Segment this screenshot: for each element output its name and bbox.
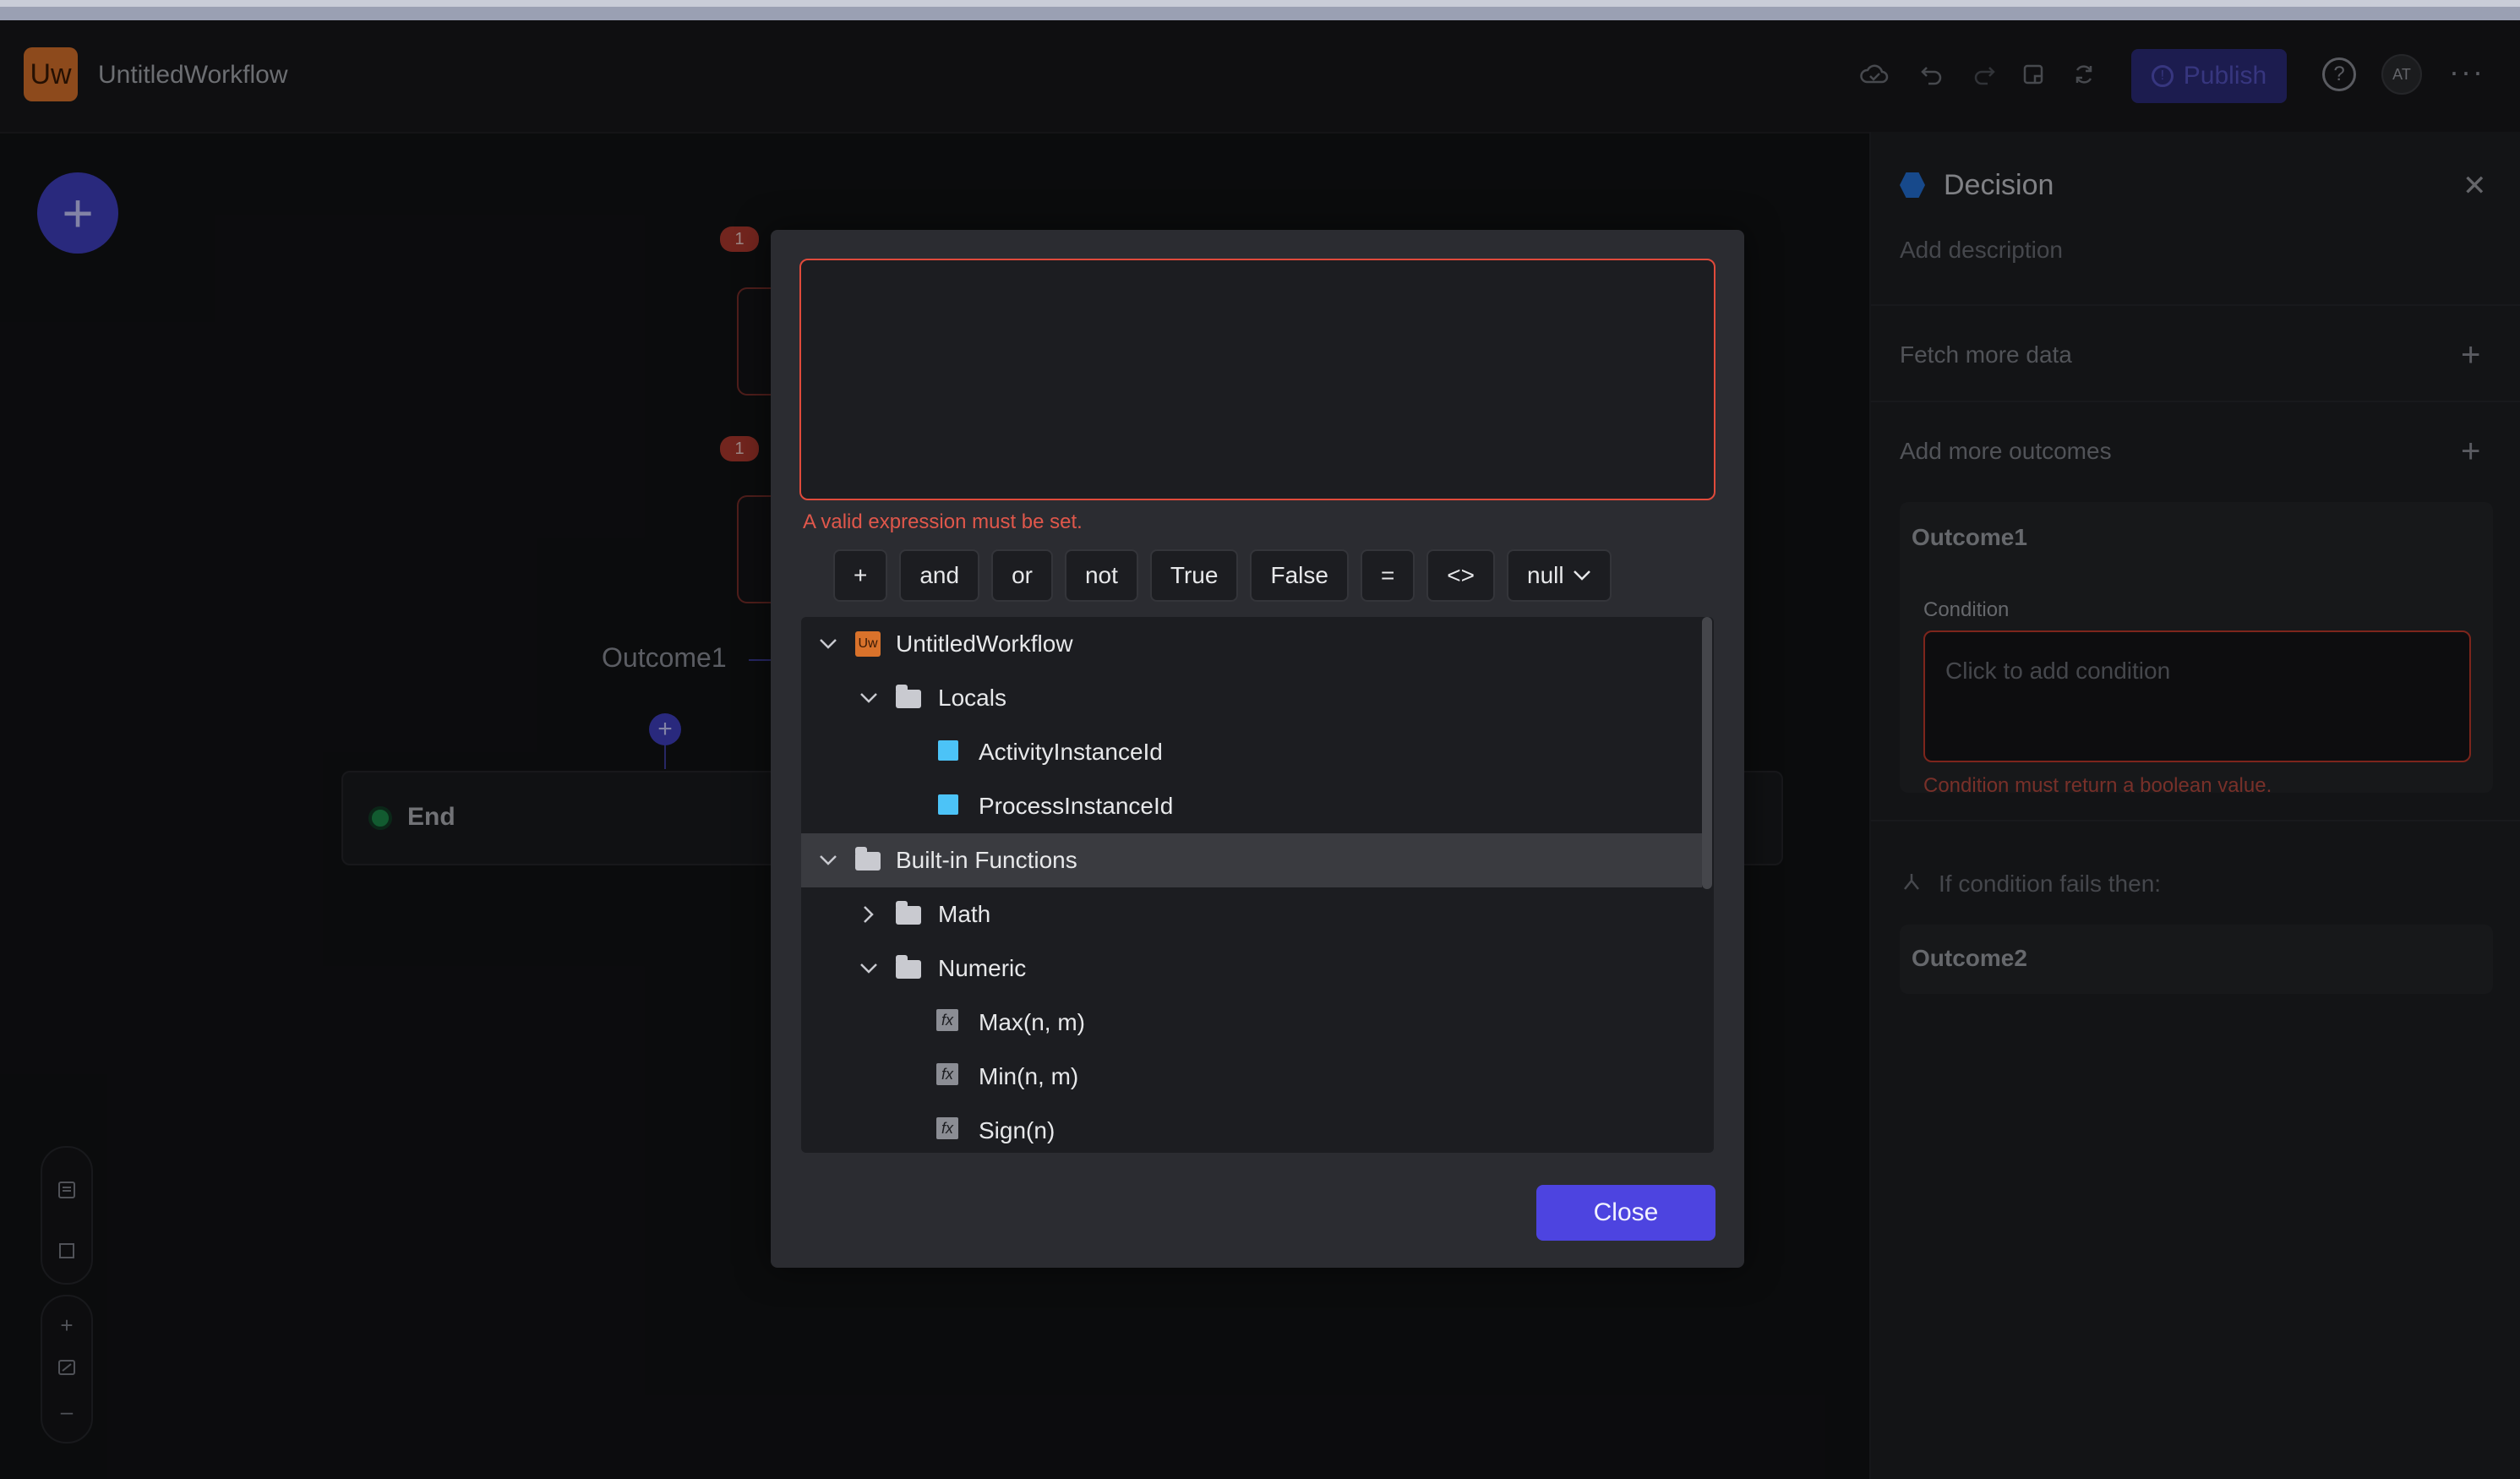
close-button[interactable]: Close <box>1536 1185 1715 1241</box>
tree-item-math[interactable]: Math <box>801 887 1702 941</box>
function-icon: fx <box>936 1063 958 1085</box>
tree-item-label: Sign(n) <box>979 1117 1055 1143</box>
operator-null-dropdown[interactable]: null <box>1507 549 1612 602</box>
tree-item-function[interactable]: fx Sign(n) <box>801 1104 1702 1153</box>
folder-icon <box>896 901 921 925</box>
scrollbar[interactable] <box>1702 617 1712 889</box>
folder-icon <box>855 847 881 870</box>
expression-editor-dialog: A valid expression must be set. + and or… <box>771 230 1744 1268</box>
null-label: null <box>1527 562 1564 588</box>
function-icon: fx <box>936 1009 958 1031</box>
operator-toolbar: + and or not True False = <> null <box>833 549 1612 605</box>
tree-item-builtin-functions[interactable]: Built-in Functions <box>801 833 1702 887</box>
function-icon: fx <box>936 1117 958 1139</box>
tree-item-function[interactable]: fx Min(n, m) <box>801 1050 1702 1104</box>
chevron-down-icon[interactable] <box>816 849 840 872</box>
tree-item-label: Locals <box>938 685 1006 711</box>
operator-true-button[interactable]: True <box>1149 549 1239 602</box>
tree-item-label: Min(n, m) <box>979 1063 1079 1089</box>
tree-item-label: Built-in Functions <box>896 847 1077 873</box>
tree-item-workflow[interactable]: Uw UntitledWorkflow <box>801 617 1702 671</box>
operator-not-button[interactable]: not <box>1064 549 1138 602</box>
tree-item-label: Numeric <box>938 955 1027 981</box>
chevron-down-icon <box>1573 565 1591 587</box>
expression-error: A valid expression must be set. <box>803 510 1083 533</box>
tree-item-label: UntitledWorkflow <box>896 630 1073 657</box>
operator-false-button[interactable]: False <box>1250 549 1349 602</box>
window-top-strip <box>0 0 2520 20</box>
tree-item-locals[interactable]: Locals <box>801 671 1702 725</box>
workflow-icon: Uw <box>855 631 881 657</box>
operator-or-button[interactable]: or <box>991 549 1053 602</box>
operator-equals-button[interactable]: = <box>1360 549 1415 602</box>
variable-icon <box>938 794 958 815</box>
variable-icon <box>938 740 958 761</box>
chevron-down-icon[interactable] <box>857 686 881 710</box>
expression-input[interactable] <box>799 259 1715 500</box>
window-top-strip-inner <box>0 7 2520 20</box>
folder-icon <box>896 955 921 979</box>
tree-item-label: Math <box>938 901 991 927</box>
tree-item-variable[interactable]: ActivityInstanceId <box>801 725 1702 779</box>
folder-icon <box>896 685 921 708</box>
tree-item-numeric[interactable]: Numeric <box>801 941 1702 996</box>
tree-item-function[interactable]: fx Max(n, m) <box>801 996 1702 1050</box>
chevron-right-icon[interactable] <box>857 903 881 926</box>
operator-and-button[interactable]: and <box>899 549 980 602</box>
chevron-down-icon[interactable] <box>816 632 840 656</box>
operator-plus-button[interactable]: + <box>833 549 888 602</box>
tree-item-variable[interactable]: ProcessInstanceId <box>801 779 1702 833</box>
chevron-down-icon[interactable] <box>857 957 881 980</box>
tree-item-label: ActivityInstanceId <box>979 739 1163 765</box>
tree-item-label: Max(n, m) <box>979 1009 1085 1035</box>
expression-tree: Uw UntitledWorkflow Locals ActivityInsta… <box>801 617 1714 1153</box>
operator-not-equals-button[interactable]: <> <box>1426 549 1495 602</box>
tree-item-label: ProcessInstanceId <box>979 793 1174 819</box>
